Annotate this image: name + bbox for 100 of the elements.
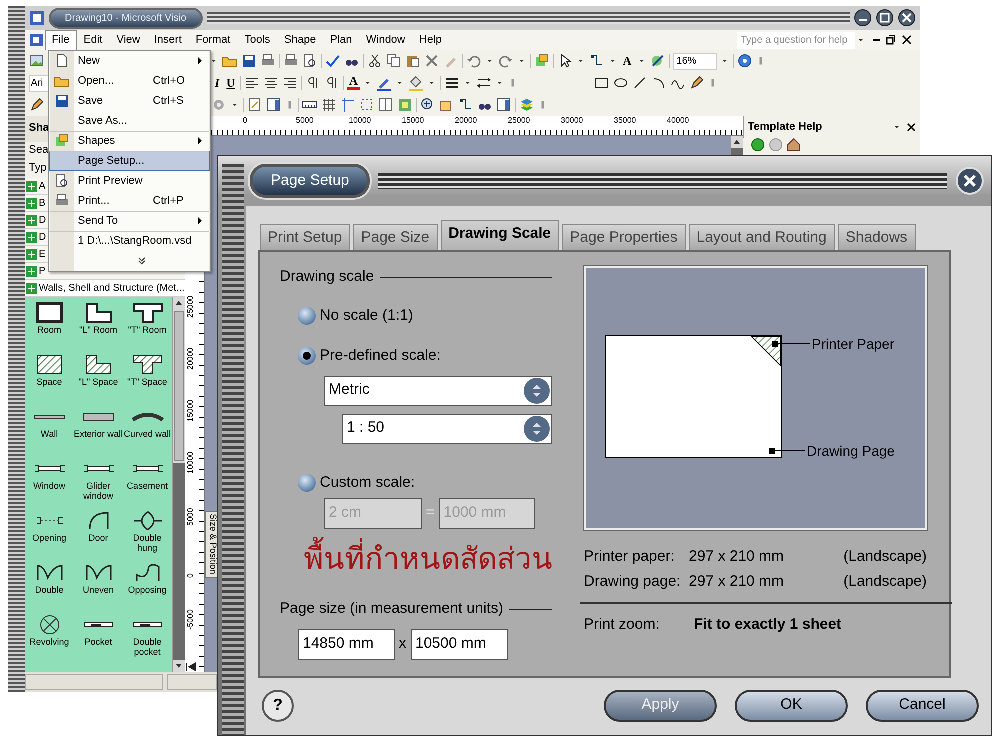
tab[interactable]: Layout and Routing — [688, 224, 835, 250]
tab[interactable]: Shadows — [838, 224, 916, 250]
shape-master[interactable]: Revolving — [25, 613, 74, 665]
layers-icon[interactable] — [519, 97, 535, 113]
bounds-icon[interactable] — [359, 97, 375, 113]
page-break-icon[interactable] — [378, 97, 394, 113]
help-button[interactable]: ? — [262, 690, 294, 722]
note-icon[interactable] — [247, 97, 263, 113]
menu-item[interactable]: Help — [412, 30, 449, 50]
underline-button[interactable]: U — [224, 74, 238, 92]
tab[interactable]: Page Properties — [562, 224, 686, 250]
shape-master[interactable]: "L" Space — [74, 353, 123, 405]
shape-master[interactable]: Wall — [25, 405, 74, 457]
menu-entry[interactable]: Send To — [49, 211, 210, 231]
shape-toggle-icon[interactable] — [650, 53, 666, 69]
line-weight-icon[interactable] — [444, 75, 460, 91]
panel-icon[interactable] — [496, 97, 512, 113]
grid-icon[interactable] — [321, 97, 337, 113]
menu-entry[interactable]: Page Setup... — [49, 151, 210, 171]
shape-master[interactable]: Glider window — [74, 457, 123, 509]
shape-master[interactable]: Double — [25, 561, 74, 613]
paint-bucket-icon[interactable] — [408, 75, 424, 91]
shape-master[interactable]: Opposing — [123, 561, 172, 613]
shape-master[interactable]: Double pocket — [123, 613, 172, 665]
menu-item[interactable]: Plan — [323, 30, 360, 50]
scale-select[interactable]: 1 : 50 — [342, 414, 552, 444]
help-search-field[interactable]: Type a question for help — [737, 32, 855, 48]
scroll-thumb[interactable] — [174, 311, 184, 461]
minimize-icon[interactable] — [854, 9, 872, 27]
print-preview-icon[interactable] — [302, 53, 318, 69]
scale-type-select[interactable]: Metric — [324, 376, 552, 406]
stencil-item[interactable]: Walls, Shell and Structure (Met... — [25, 280, 185, 297]
menu-entry[interactable]: Print Preview — [49, 171, 210, 191]
shape-master[interactable]: Exterior wall — [74, 405, 123, 457]
shape-master[interactable]: Double hung — [123, 509, 172, 561]
close-icon[interactable] — [898, 9, 916, 27]
menu-item[interactable]: File — [45, 30, 77, 50]
print-preview-icon[interactable] — [54, 173, 70, 189]
menu-entry[interactable]: Open... Ctrl+O — [49, 71, 210, 91]
menu-entry[interactable]: Save Ctrl+S — [49, 91, 210, 111]
page-height-field[interactable]: 10500 mm — [410, 628, 508, 660]
pencil-icon[interactable] — [29, 97, 45, 113]
menu-entry[interactable]: Shapes — [49, 131, 210, 151]
restore-icon[interactable] — [876, 9, 894, 27]
line-ends-icon[interactable] — [476, 75, 492, 91]
scrollbar[interactable] — [172, 297, 185, 672]
shape-master[interactable]: "L" Room — [74, 301, 123, 353]
tab[interactable]: Drawing Scale — [440, 220, 560, 250]
menu-item[interactable]: View — [110, 30, 148, 50]
redo-icon[interactable] — [498, 53, 514, 69]
stencil-icon[interactable] — [54, 133, 70, 149]
dialog-button[interactable]: Cancel — [866, 690, 979, 722]
italic-button[interactable]: I — [213, 74, 222, 92]
menu-entry[interactable]: New — [49, 51, 210, 71]
menu-item[interactable]: Insert — [147, 30, 189, 50]
menu-entry[interactable]: Print... Ctrl+P — [49, 191, 210, 211]
radio-button[interactable] — [298, 347, 316, 366]
menu-item[interactable]: Edit — [76, 30, 110, 50]
shape-master[interactable]: Window — [25, 457, 74, 509]
save-icon[interactable] — [241, 53, 257, 69]
option-label[interactable]: No scale (1:1) — [320, 304, 414, 327]
menu-item[interactable]: Tools — [238, 30, 278, 50]
cut-icon[interactable] — [367, 53, 383, 69]
menu-item[interactable]: Format — [188, 30, 238, 50]
menu-entry[interactable]: 1 D:\...\StangRoom.vsd — [49, 231, 210, 251]
option-label[interactable]: Custom scale: — [320, 472, 416, 494]
image-icon[interactable] — [29, 53, 45, 69]
option-label[interactable]: Pre-defined scale: — [320, 345, 441, 368]
spelling-check-icon[interactable] — [325, 53, 341, 69]
help-icon[interactable] — [736, 53, 753, 69]
pencil-icon[interactable] — [689, 75, 706, 91]
panel-icon[interactable] — [266, 97, 282, 113]
shape-master[interactable]: Uneven — [74, 561, 123, 613]
shape-master[interactable]: Door — [74, 509, 123, 561]
shape-master[interactable]: Casement — [123, 457, 172, 509]
delete-icon[interactable] — [424, 53, 440, 69]
tab[interactable]: Print Setup — [260, 224, 350, 250]
spinner-icon[interactable] — [523, 414, 551, 442]
shape-master[interactable]: "T" Room — [123, 301, 172, 353]
shape-master[interactable]: Opening — [25, 509, 74, 561]
font-color-button[interactable]: A — [347, 76, 360, 90]
shape-master[interactable]: Pocket — [74, 613, 123, 665]
shape-master[interactable]: Curved wall — [123, 405, 172, 457]
radio-button[interactable] — [298, 306, 316, 325]
menu-item[interactable]: Window — [359, 30, 412, 50]
undo-icon[interactable] — [466, 53, 482, 69]
copy-icon[interactable] — [386, 53, 402, 69]
menu-entry[interactable]: Save As... — [49, 111, 210, 131]
zoom-field[interactable]: 16% — [672, 52, 717, 70]
paste-icon[interactable] — [405, 53, 421, 69]
shape-master[interactable]: "T" Space — [123, 353, 172, 405]
radio-button[interactable] — [298, 474, 316, 492]
spinner-icon[interactable] — [523, 376, 551, 404]
tab[interactable]: Page Size — [353, 224, 438, 250]
font-field[interactable]: Ari — [29, 74, 49, 92]
dialog-button[interactable]: OK — [735, 690, 848, 722]
shape-master[interactable]: Space — [25, 353, 74, 405]
guide-icon[interactable] — [340, 97, 356, 113]
page-width-field[interactable]: 14850 mm — [298, 628, 395, 660]
menu-item[interactable]: Shape — [277, 30, 324, 50]
